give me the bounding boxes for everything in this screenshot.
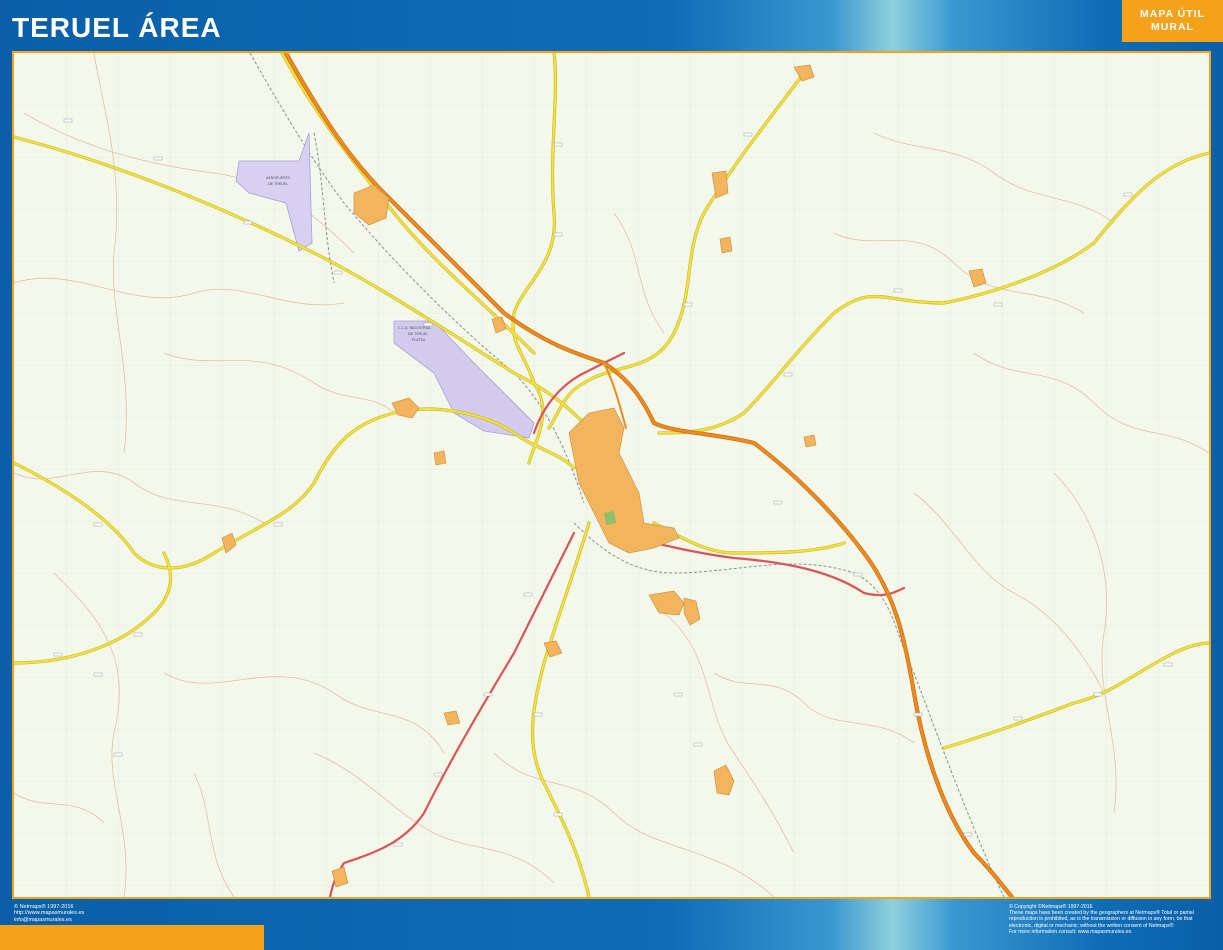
- footer-left: © Netmaps® 1997-2016 http://www.mapasmur…: [14, 904, 84, 923]
- map-canvas[interactable]: AEROPUERTO DE TERUEL C.L.A. INDUSTRIAL D…: [12, 51, 1211, 899]
- industrial-label-3: PLATEA: [412, 338, 426, 342]
- footer-accent-bar: [0, 925, 264, 950]
- footer-email[interactable]: info@mapasmurales.es: [14, 917, 84, 923]
- footer-right: © Copyright ©Netmaps® 1997-2016 These ma…: [1009, 904, 1214, 935]
- map-title: TERUEL ÁREA: [12, 12, 222, 43]
- airport-label-1: AEROPUERTO: [266, 176, 291, 180]
- brand-badge[interactable]: MAPA ÚTIL MURAL: [1122, 0, 1223, 42]
- footer-right-line-3: reproduction is prohibited, as is the tr…: [1009, 916, 1193, 923]
- airport-label-2: DE TERUEL: [268, 182, 288, 186]
- industrial-label-1: C.L.A. INDUSTRIAL: [398, 326, 431, 330]
- footer-website[interactable]: http://www.mapasmurales.es: [14, 910, 84, 916]
- city-park: [604, 511, 616, 525]
- industrial-label-2: DE TERUEL: [408, 332, 428, 336]
- map-svg: AEROPUERTO DE TERUEL C.L.A. INDUSTRIAL D…: [14, 53, 1209, 897]
- brand-badge-line-1: MAPA ÚTIL: [1140, 8, 1205, 20]
- footer-right-line-5: For more information consult: www.mapasm…: [1009, 928, 1132, 935]
- brand-badge-line-2: MURAL: [1151, 21, 1194, 33]
